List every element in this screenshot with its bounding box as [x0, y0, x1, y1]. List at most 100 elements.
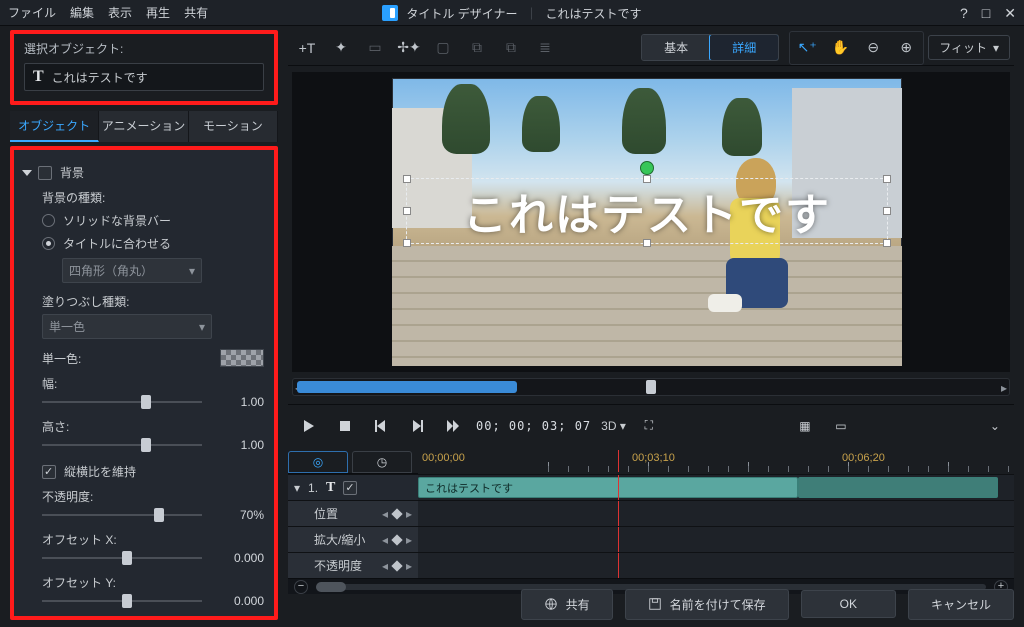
menu-bar: ファイル 編集 表示 再生 共有 — [0, 0, 1024, 26]
keep-ratio-checkbox[interactable] — [42, 465, 56, 479]
bg-width-slider[interactable] — [42, 392, 202, 412]
view-advanced[interactable]: 詳細 — [709, 34, 779, 61]
add-text-button[interactable]: +T — [292, 34, 322, 62]
view-basic[interactable]: 基本 — [642, 35, 710, 60]
safe-area-icon[interactable]: ▭ — [828, 413, 854, 439]
chevron-down-icon: ▾ — [189, 264, 195, 278]
keyframe-icon[interactable] — [391, 508, 402, 519]
layer-up-button[interactable]: ⧉ — [496, 34, 526, 62]
playback-bar: 00; 00; 03; 07 3D ▾ ⛶ ▦ ▭ ⌄ — [288, 404, 1014, 446]
bg-opacity-label: 不透明度: — [42, 488, 264, 505]
align-button[interactable]: ≣ — [530, 34, 560, 62]
selected-object-box: 選択オブジェクト: T これはテストです — [10, 30, 278, 105]
track-row-scale: 拡大/縮小 ◂▸ — [288, 526, 1014, 552]
grid-view-icon[interactable]: ▦ — [792, 413, 818, 439]
radio-fit-title[interactable] — [42, 237, 55, 250]
scroll-right-icon[interactable]: ▸ — [997, 381, 1011, 393]
layer-down-button[interactable]: ⧉ — [462, 34, 492, 62]
title-text-object[interactable]: これはテストです — [406, 178, 888, 244]
menu-edit[interactable]: 編集 — [70, 4, 94, 21]
left-pane: 選択オブジェクト: T これはテストです オブジェクト アニメーション モーショ… — [10, 30, 278, 617]
three-d-toggle[interactable]: 3D ▾ — [601, 419, 626, 433]
ok-button[interactable]: OK — [801, 590, 896, 618]
bg-fill-label: 塗りつぶし種類: — [42, 293, 264, 310]
bg-height-slider[interactable] — [42, 435, 202, 455]
bg-section-title: 背景 — [60, 164, 84, 181]
bg-color-label: 単一色: — [42, 350, 81, 367]
cancel-button[interactable]: キャンセル — [908, 589, 1014, 620]
fullscreen-button[interactable]: ⛶ — [636, 413, 662, 439]
save-as-button[interactable]: 名前を付けて保存 — [625, 589, 789, 620]
bg-enable-checkbox[interactable] — [38, 166, 52, 180]
preview-area[interactable]: これはテストです — [292, 72, 1010, 372]
window-controls: ? □ ✕ — [960, 0, 1016, 26]
keep-ratio-label: 縦横比を維持 — [64, 463, 136, 480]
ok-button-label: OK — [840, 597, 857, 611]
chevron-down-icon: ▾ — [199, 320, 205, 334]
prev-frame-button[interactable] — [368, 413, 394, 439]
maximize-icon[interactable]: □ — [982, 5, 990, 21]
left-tabs: オブジェクト アニメーション モーション — [10, 111, 278, 142]
bg-type-fit-row[interactable]: タイトルに合わせる — [42, 235, 264, 252]
track-row-title: ▾ 1. T これはテストです — [288, 474, 1014, 500]
title-clip[interactable]: これはテストです — [418, 477, 798, 498]
radio-fit-title-label: タイトルに合わせる — [63, 235, 171, 252]
help-icon[interactable]: ? — [960, 5, 968, 21]
play-button[interactable] — [296, 413, 322, 439]
preview-hscroll[interactable]: ◂ ▸ — [292, 378, 1010, 396]
zoom-fit-select[interactable]: フィット ▾ — [928, 35, 1010, 60]
bg-height-value: 1.00 — [212, 438, 264, 452]
bg-offy-slider[interactable] — [42, 591, 202, 611]
track-disclosure[interactable]: ▾ — [294, 481, 300, 495]
shape-select[interactable]: 四角形（角丸） ▾ — [62, 258, 202, 283]
tab-motion[interactable]: モーション — [189, 111, 278, 142]
selected-object-row[interactable]: T これはテストです — [24, 63, 264, 91]
bg-offx-label: オフセット X: — [42, 531, 264, 548]
add-image-button[interactable]: ▭ — [360, 34, 390, 62]
track-row-position: 位置 ◂▸ — [288, 500, 1014, 526]
timeline-tab-clock[interactable]: ◷ — [352, 451, 412, 473]
add-particle-button[interactable]: ✦ — [326, 34, 356, 62]
title-clip-tail[interactable] — [798, 477, 998, 498]
bg-type-solid-row[interactable]: ソリッドな背景バー — [42, 212, 264, 229]
track-row-opacity: 不透明度 ◂▸ — [288, 552, 1014, 578]
track-visible-checkbox[interactable] — [343, 481, 357, 495]
playbar-more[interactable]: ⌄ — [984, 419, 1006, 433]
share-button[interactable]: 共有 — [521, 589, 613, 620]
keyframe-icon[interactable] — [391, 534, 402, 545]
zoom-out-button[interactable]: ⊖ — [858, 34, 888, 62]
tab-object[interactable]: オブジェクト — [10, 111, 99, 142]
bg-opacity-slider[interactable] — [42, 505, 202, 525]
zoom-in-button[interactable]: ⊕ — [891, 34, 921, 62]
close-icon[interactable]: ✕ — [1004, 5, 1016, 22]
rotate-handle[interactable] — [640, 161, 654, 175]
timeline-ruler[interactable]: 00;00;00 00;03;10 00;06;20 — [418, 450, 1014, 472]
bg-offx-slider[interactable] — [42, 548, 202, 568]
radio-solid-bar[interactable] — [42, 214, 55, 227]
fast-forward-button[interactable] — [440, 413, 466, 439]
menu-file[interactable]: ファイル — [8, 4, 56, 21]
bg-height-label: 高さ: — [42, 418, 264, 435]
disclosure-icon — [22, 170, 32, 176]
timeline-tab-keyframe[interactable]: ◎ — [288, 451, 348, 473]
add-effect-button[interactable]: ✢✦ — [394, 34, 424, 62]
radio-solid-bar-label: ソリッドな背景バー — [63, 212, 171, 229]
fill-select[interactable]: 単一色 ▾ — [42, 314, 212, 339]
menu-share[interactable]: 共有 — [184, 4, 208, 21]
playhead[interactable] — [618, 450, 619, 472]
next-frame-button[interactable] — [404, 413, 430, 439]
bg-section-header[interactable]: 背景 — [24, 164, 264, 181]
footer-bar: 共有 名前を付けて保存 OK キャンセル — [288, 587, 1014, 621]
menu-play[interactable]: 再生 — [146, 4, 170, 21]
hand-tool[interactable]: ✋ — [825, 34, 855, 62]
stop-button[interactable] — [332, 413, 358, 439]
tab-animation[interactable]: アニメーション — [99, 111, 188, 142]
pointer-tool[interactable]: ↖⁺ — [792, 34, 822, 62]
box-tool-button[interactable]: ▢ — [428, 34, 458, 62]
preview-toolbar: +T ✦ ▭ ✢✦ ▢ ⧉ ⧉ ≣ 基本 詳細 ↖⁺ ✋ ⊖ ⊕ フィット ▾ — [288, 30, 1014, 66]
keyframe-icon[interactable] — [391, 560, 402, 571]
bg-offx-value: 0.000 — [212, 551, 264, 565]
bg-color-swatch[interactable] — [220, 349, 264, 367]
background-panel: 背景 背景の種類: ソリッドな背景バー タイトルに合わせる 四角形（角丸） ▾ … — [10, 146, 278, 620]
menu-view[interactable]: 表示 — [108, 4, 132, 21]
